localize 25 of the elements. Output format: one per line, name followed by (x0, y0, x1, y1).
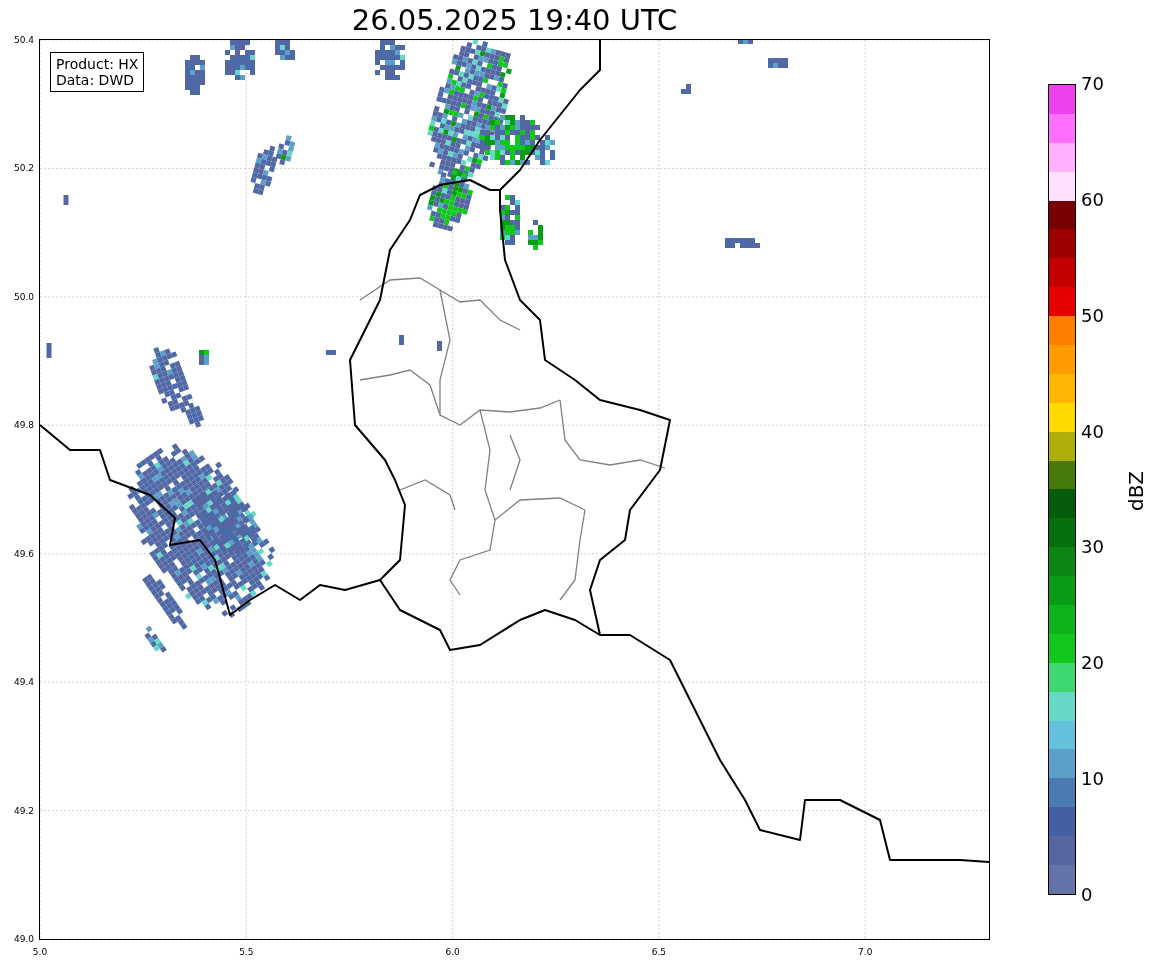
y-tick-label: 50.4 (13, 35, 34, 45)
x-tick-label: 5.0 (32, 947, 48, 957)
x-tick-label: 6.0 (445, 947, 460, 957)
colorbar-tick-label: 40 (1081, 421, 1104, 442)
colorbar-tick-label: 0 (1081, 885, 1093, 905)
colorbar-tick-label: 10 (1081, 769, 1104, 790)
y-tick-label: 49.6 (13, 548, 34, 559)
info-text: Product: HX (56, 56, 139, 72)
colorbar-tick-label: 60 (1081, 189, 1104, 210)
colorbar-tick-label: 70 (1081, 74, 1104, 94)
y-tick-label: 50.2 (13, 163, 34, 174)
info-text: Data: DWD (56, 72, 135, 88)
y-tick-label: 49.4 (13, 677, 34, 688)
x-tick-label: 7.0 (858, 947, 873, 957)
y-tick-label: 50.0 (13, 291, 34, 302)
colorbar-label: dBZ (1125, 470, 1148, 512)
x-tick-label: 5.5 (239, 947, 254, 957)
colorbar-tick-label: 50 (1081, 305, 1104, 326)
x-tick-label: 6.5 (651, 947, 667, 957)
y-tick-label: 49.2 (13, 805, 34, 816)
chart-title: 26.05.2025 19:40 UTC (351, 2, 678, 39)
y-tick-label: 49.0 (13, 934, 34, 944)
colorbar-tick-label: 20 (1081, 653, 1104, 674)
y-tick-label: 49.8 (13, 420, 34, 431)
colorbar-tick-label: 30 (1081, 537, 1104, 558)
